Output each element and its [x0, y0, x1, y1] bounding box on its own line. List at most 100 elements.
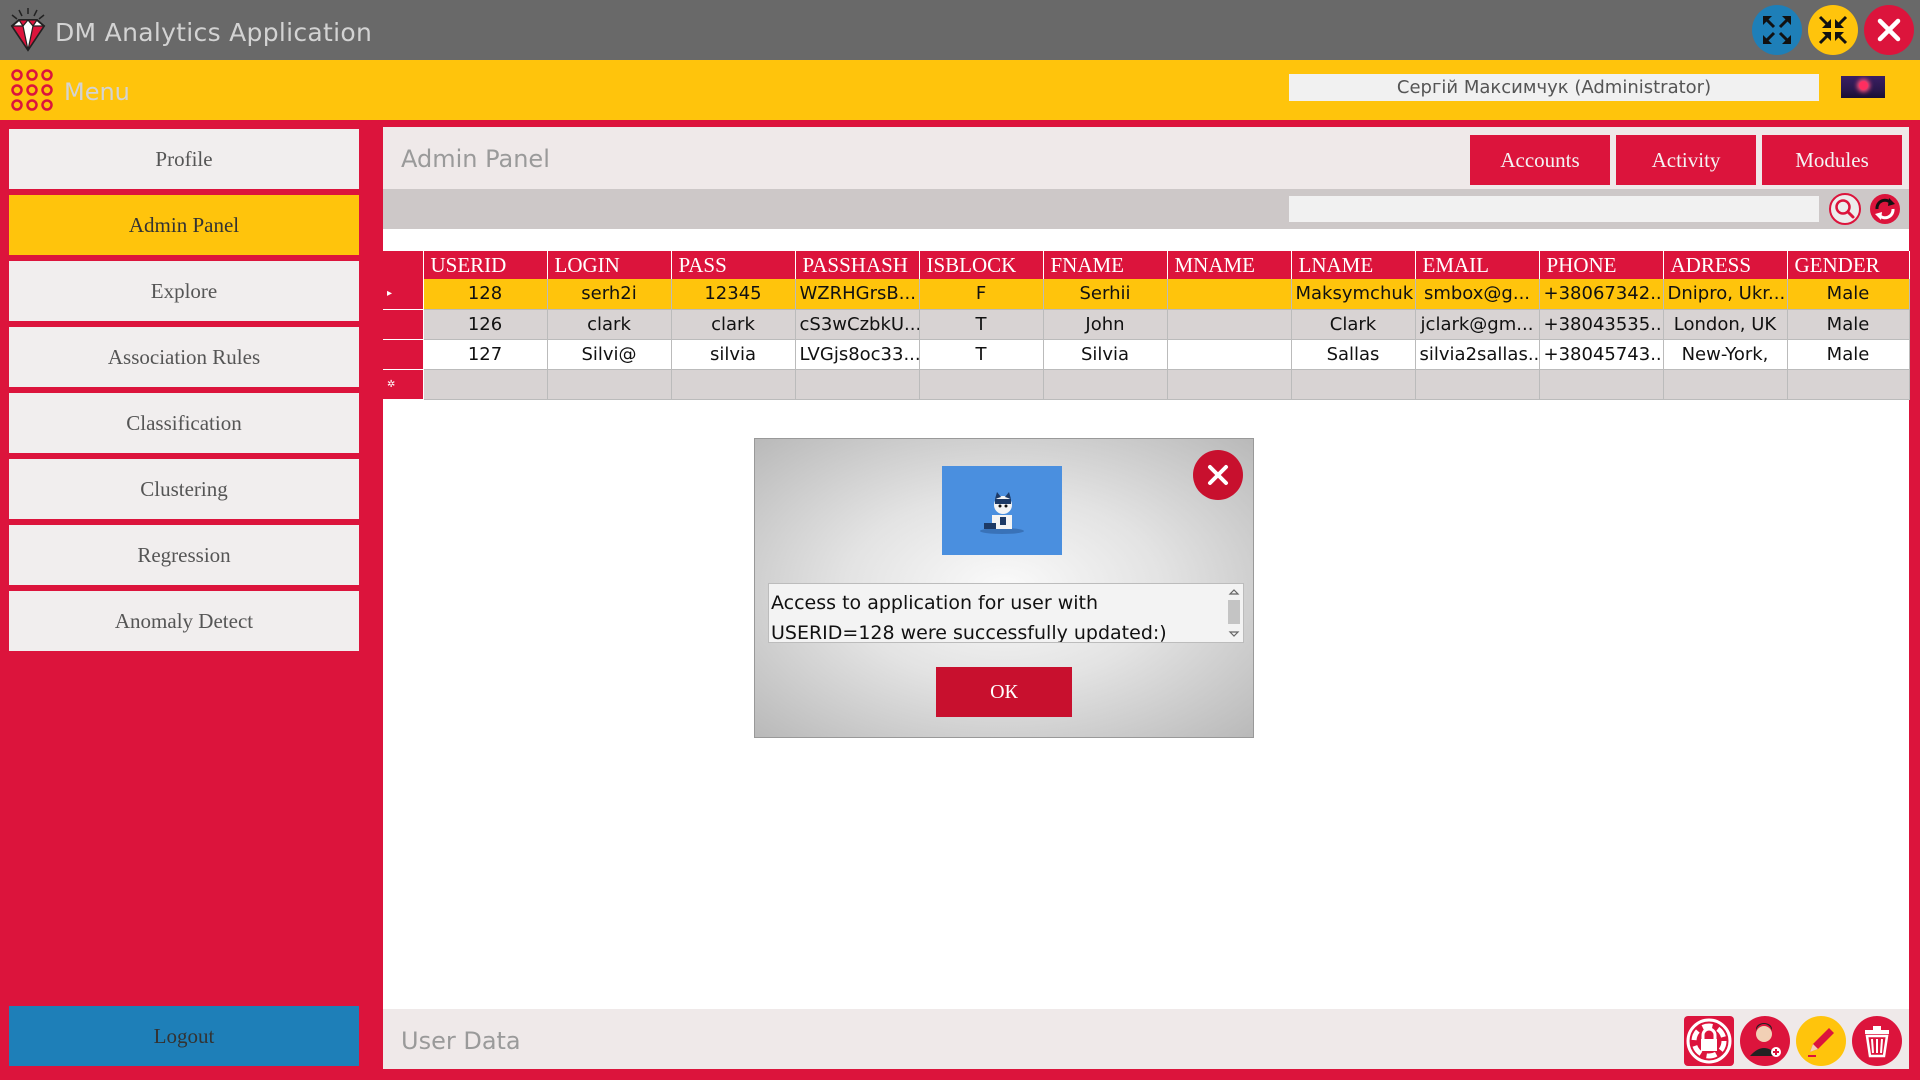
table-cell[interactable]: silvia	[671, 339, 796, 370]
table-cell[interactable]: clark	[671, 309, 796, 340]
sidebar-item-anomaly-detect[interactable]: Anomaly Detect	[9, 591, 359, 651]
column-header-userid[interactable]: USERID	[423, 251, 548, 279]
minimize-button[interactable]	[1808, 5, 1858, 55]
logout-button[interactable]: Logout	[9, 1006, 359, 1066]
table-cell[interactable]: Male	[1787, 309, 1910, 340]
table-row[interactable]: 126 clark clark cS3wCzbkU... T John Clar…	[383, 309, 1910, 340]
table-cell[interactable]: WZRHGrsB...	[795, 279, 920, 310]
table-cell[interactable]	[423, 369, 548, 400]
table-cell[interactable]	[1539, 369, 1664, 400]
tab-accounts[interactable]: Accounts	[1470, 135, 1610, 185]
refresh-icon[interactable]	[1868, 192, 1902, 226]
add-user-button[interactable]	[1740, 1016, 1790, 1066]
table-cell[interactable]: New-York,	[1663, 339, 1788, 370]
close-button[interactable]	[1864, 5, 1914, 55]
dialog-close-button[interactable]	[1193, 450, 1243, 500]
cat-figure-icon	[942, 466, 1062, 555]
table-cell[interactable]: 126	[423, 309, 548, 340]
table-row[interactable]: ▸ 128 serh2i 12345 WZRHGrsB... F Serhii …	[383, 279, 1910, 310]
search-icon[interactable]	[1828, 192, 1862, 226]
column-header-email[interactable]: EMAIL	[1415, 251, 1540, 279]
dots-grid-icon[interactable]	[10, 68, 54, 112]
sidebar-item-classification[interactable]: Classification	[9, 393, 359, 453]
table-cell[interactable]: Serhii	[1043, 279, 1168, 310]
table-cell[interactable]: 12345	[671, 279, 796, 310]
table-cell[interactable]: T	[919, 339, 1044, 370]
column-header-isblock[interactable]: ISBLOCK	[919, 251, 1044, 279]
table-cell[interactable]: +38045743...	[1539, 339, 1664, 370]
table-cell[interactable]: Clark	[1291, 309, 1416, 340]
current-row-marker[interactable]: ▸	[383, 279, 424, 310]
column-header-login[interactable]: LOGIN	[547, 251, 672, 279]
table-cell[interactable]	[1663, 369, 1788, 400]
column-header-passhash[interactable]: PASSHASH	[795, 251, 920, 279]
table-cell[interactable]: cS3wCzbkU...	[795, 309, 920, 340]
table-cell[interactable]	[1043, 369, 1168, 400]
sidebar-item-clustering[interactable]: Clustering	[9, 459, 359, 519]
table-cell[interactable]: Maksymchuk	[1291, 279, 1416, 310]
table-cell[interactable]: Male	[1787, 339, 1910, 370]
sidebar-item-admin-panel[interactable]: Admin Panel	[9, 195, 359, 255]
table-cell[interactable]: Silvi@	[547, 339, 672, 370]
table-cell[interactable]: silvia2sallas...	[1415, 339, 1540, 370]
language-flag-icon[interactable]	[1841, 76, 1885, 98]
dialog-message-box[interactable]: Access to application for user with USER…	[768, 583, 1244, 643]
table-cell[interactable]	[1167, 369, 1292, 400]
table-cell[interactable]: Male	[1787, 279, 1910, 310]
table-cell[interactable]: Dnipro, Ukr...	[1663, 279, 1788, 310]
scrollbar[interactable]	[1226, 585, 1242, 641]
table-cell[interactable]: John	[1043, 309, 1168, 340]
row-header[interactable]	[383, 309, 424, 340]
table-cell[interactable]: +38067342...	[1539, 279, 1664, 310]
table-cell[interactable]	[1167, 339, 1292, 370]
search-input[interactable]	[1289, 196, 1819, 222]
table-cell[interactable]	[1415, 369, 1540, 400]
table-cell[interactable]	[1291, 369, 1416, 400]
column-header-phone[interactable]: PHONE	[1539, 251, 1664, 279]
sidebar-item-regression[interactable]: Regression	[9, 525, 359, 585]
table-cell[interactable]	[1787, 369, 1910, 400]
column-header-gender[interactable]: GENDER	[1787, 251, 1910, 279]
tab-modules[interactable]: Modules	[1762, 135, 1902, 185]
table-cell[interactable]: LVGjs8oc33...	[795, 339, 920, 370]
table-cell[interactable]: T	[919, 309, 1044, 340]
table-cell[interactable]: serh2i	[547, 279, 672, 310]
sidebar: Profile Admin Panel Explore Association …	[0, 120, 370, 1080]
table-cell[interactable]: clark	[547, 309, 672, 340]
table-cell[interactable]: Silvia	[1043, 339, 1168, 370]
sidebar-item-association-rules[interactable]: Association Rules	[9, 327, 359, 387]
table-cell[interactable]: Sallas	[1291, 339, 1416, 370]
table-cell[interactable]	[919, 369, 1044, 400]
edit-user-button[interactable]	[1796, 1016, 1846, 1066]
menu-label[interactable]: Menu	[64, 78, 130, 106]
table-row[interactable]: 127 Silvi@ silvia LVGjs8oc33... T Silvia…	[383, 339, 1910, 370]
column-header-adress[interactable]: ADRESS	[1663, 251, 1788, 279]
table-cell[interactable]	[1167, 279, 1292, 310]
ok-button[interactable]: ОК	[936, 667, 1072, 717]
sidebar-item-profile[interactable]: Profile	[9, 129, 359, 189]
table-cell[interactable]: F	[919, 279, 1044, 310]
table-cell[interactable]: London, UK	[1663, 309, 1788, 340]
row-header[interactable]	[383, 339, 424, 370]
tab-activity[interactable]: Activity	[1616, 135, 1756, 185]
table-cell[interactable]	[1167, 309, 1292, 340]
maximize-button[interactable]	[1752, 5, 1802, 55]
table-cell[interactable]: smbox@g...	[1415, 279, 1540, 310]
table-cell[interactable]: 128	[423, 279, 548, 310]
table-cell[interactable]: 127	[423, 339, 548, 370]
table-cell[interactable]	[671, 369, 796, 400]
delete-user-button[interactable]	[1852, 1016, 1902, 1066]
column-header-lname[interactable]: LNAME	[1291, 251, 1416, 279]
table-cell[interactable]	[547, 369, 672, 400]
table-cell[interactable]: jclark@gm...	[1415, 309, 1540, 340]
table-cell[interactable]: +38043535...	[1539, 309, 1664, 340]
table-cell[interactable]	[795, 369, 920, 400]
lock-user-button[interactable]	[1684, 1016, 1734, 1066]
column-header-mname[interactable]: MNAME	[1167, 251, 1292, 279]
sidebar-item-explore[interactable]: Explore	[9, 261, 359, 321]
column-header-fname[interactable]: FNAME	[1043, 251, 1168, 279]
new-row-marker[interactable]: ✲	[383, 369, 424, 400]
new-table-row[interactable]: ✲	[383, 369, 1910, 400]
lock-icon	[1686, 1018, 1732, 1064]
column-header-pass[interactable]: PASS	[671, 251, 796, 279]
